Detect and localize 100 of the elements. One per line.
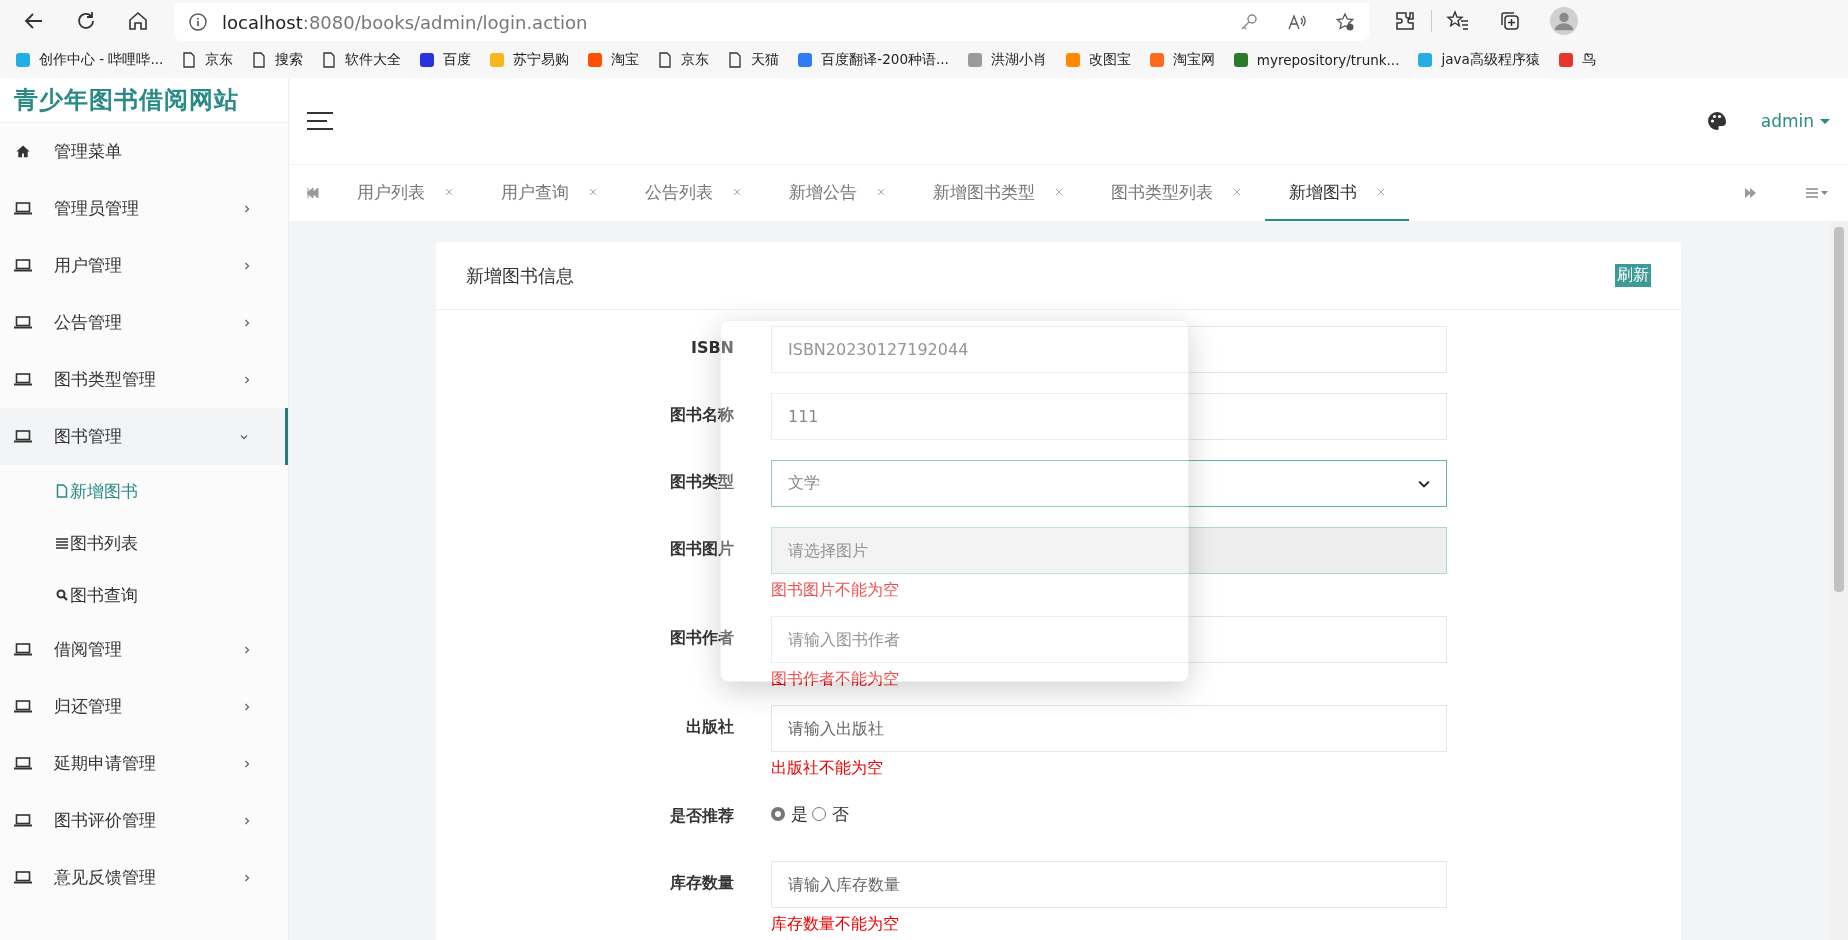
tab[interactable]: 公告列表 <box>621 165 765 221</box>
bookmark[interactable]: 创作中心 - 哔哩哔... <box>6 51 173 69</box>
error-message: 出版社不能为空 <box>771 758 884 779</box>
laptop-icon <box>14 870 32 885</box>
chevron-icon <box>242 701 252 712</box>
bookmark[interactable]: 京东 <box>648 51 719 69</box>
collections-icon[interactable] <box>1498 9 1522 33</box>
field-label: 库存数量 <box>669 872 734 894</box>
tab[interactable]: 用户查询 <box>477 165 621 221</box>
sidebar-item[interactable]: 借阅管理 <box>0 621 288 678</box>
bookmark[interactable]: 百度 <box>410 51 481 69</box>
bookmark[interactable]: 洪湖小肖 <box>957 51 1056 69</box>
bookmark[interactable]: 淘宝网 <box>1139 51 1224 69</box>
radio-button[interactable] <box>771 807 785 821</box>
tabs-menu-icon[interactable] <box>1806 188 1830 198</box>
sidebar-item[interactable]: 图书类型管理 <box>0 351 288 408</box>
tab[interactable]: 新增公告 <box>765 165 909 221</box>
address-bar[interactable]: localhost:8080/books/admin/login.action <box>174 3 1369 41</box>
laptop-icon <box>14 699 32 714</box>
favorite-add-icon[interactable] <box>1335 12 1355 32</box>
laptop-icon <box>14 258 32 273</box>
chevron-icon <box>242 815 252 826</box>
input-field[interactable]: 请输入库存数量 <box>771 861 1447 908</box>
page-icon <box>321 52 338 68</box>
laptop-icon <box>14 315 32 330</box>
sidebar-item[interactable]: 归还管理 <box>0 678 288 735</box>
radio-option[interactable]: 否 <box>812 802 849 826</box>
scrollbar[interactable] <box>1830 221 1848 940</box>
close-icon[interactable] <box>877 188 885 196</box>
tab[interactable]: 图书类型列表 <box>1087 165 1265 221</box>
page-icon <box>727 52 744 68</box>
sidebar-item[interactable]: 图书管理 <box>0 408 288 465</box>
submenu-item[interactable]: 图书列表 <box>0 517 288 569</box>
laptop-icon <box>14 756 32 771</box>
skip-forward-icon[interactable] <box>1744 188 1756 198</box>
favorites-icon[interactable] <box>1446 9 1470 33</box>
bookmark[interactable]: 淘宝 <box>578 51 649 69</box>
bookmark[interactable]: 软件大全 <box>312 51 411 69</box>
user-menu[interactable]: admin <box>1760 111 1830 131</box>
bookmark[interactable]: 改图宝 <box>1055 51 1140 69</box>
bookmark[interactable]: 百度翻译-200种语... <box>788 51 958 69</box>
read-aloud-icon[interactable] <box>1287 12 1307 32</box>
key-icon[interactable] <box>1239 12 1259 32</box>
bookmark[interactable]: 京东 <box>172 51 243 69</box>
sidebar-item[interactable]: 意见反馈管理 <box>0 849 288 906</box>
submenu-item[interactable]: 图书查询 <box>0 569 288 621</box>
error-message: 库存数量不能为空 <box>771 914 900 935</box>
skip-back-icon[interactable] <box>307 188 319 198</box>
select-field[interactable]: 文学 <box>771 460 1447 507</box>
input-field[interactable]: 111 <box>771 393 1447 440</box>
avatar-icon[interactable] <box>1550 7 1578 35</box>
bookmark[interactable]: myrepository/trunk... <box>1223 52 1409 68</box>
bookmark[interactable]: java高级程序猿 <box>1408 51 1549 69</box>
close-icon[interactable] <box>445 188 453 196</box>
bookmark[interactable]: 鸟 <box>1548 51 1605 69</box>
sidebar-item[interactable]: 管理菜单 <box>0 123 288 180</box>
menu-icon[interactable] <box>307 112 333 130</box>
bookmark[interactable]: 苏宁易购 <box>480 51 579 69</box>
chevron-icon <box>242 260 252 271</box>
laptop-icon <box>14 642 32 657</box>
laptop-icon <box>14 372 32 387</box>
tab[interactable]: 用户列表 <box>333 165 477 221</box>
field-label: ISBN <box>689 337 734 357</box>
error-message: 图书图片不能为空 <box>771 580 900 601</box>
card-title: 新增图书信息 <box>466 263 574 288</box>
close-icon[interactable] <box>589 188 597 196</box>
input-field[interactable]: 请输入出版社 <box>771 705 1447 752</box>
site-title: 青少年图书借阅网站 <box>0 78 288 123</box>
field-label: 图书类型 <box>669 471 734 493</box>
sidebar-item[interactable]: 用户管理 <box>0 237 288 294</box>
bookmark[interactable]: 搜索 <box>242 51 313 69</box>
close-icon[interactable] <box>1377 188 1385 196</box>
radio-button[interactable] <box>812 807 826 821</box>
home-icon <box>14 144 32 159</box>
laptop-icon <box>14 429 32 444</box>
search-icon <box>56 588 68 602</box>
field-label: 是否推荐 <box>669 805 734 827</box>
sidebar-item[interactable]: 图书评价管理 <box>0 792 288 849</box>
tab[interactable]: 新增图书类型 <box>909 165 1087 221</box>
palette-icon[interactable] <box>1706 111 1727 131</box>
close-icon[interactable] <box>733 188 741 196</box>
chevron-icon <box>242 872 252 883</box>
field-label: 图书图片 <box>669 538 734 560</box>
radio-option[interactable]: 是 <box>771 802 808 826</box>
info-icon[interactable] <box>188 12 208 32</box>
input-field[interactable]: 请输入图书作者 <box>771 616 1447 663</box>
field-label: 出版社 <box>685 716 734 738</box>
close-icon[interactable] <box>1233 188 1241 196</box>
field-label: 图书作者 <box>669 627 734 649</box>
extensions-icon[interactable] <box>1393 9 1417 33</box>
home-icon[interactable] <box>126 9 150 33</box>
sidebar-item[interactable]: 管理员管理 <box>0 180 288 237</box>
bookmark[interactable]: 天猫 <box>718 51 789 69</box>
file-field[interactable]: 请选择图片 <box>771 527 1447 574</box>
sidebar-item[interactable]: 公告管理 <box>0 294 288 351</box>
close-icon[interactable] <box>1055 188 1063 196</box>
submenu-item[interactable]: 新增图书 <box>0 465 288 517</box>
sidebar-item[interactable]: 延期申请管理 <box>0 735 288 792</box>
chevron-icon <box>242 317 252 328</box>
chevron-icon <box>242 644 252 655</box>
